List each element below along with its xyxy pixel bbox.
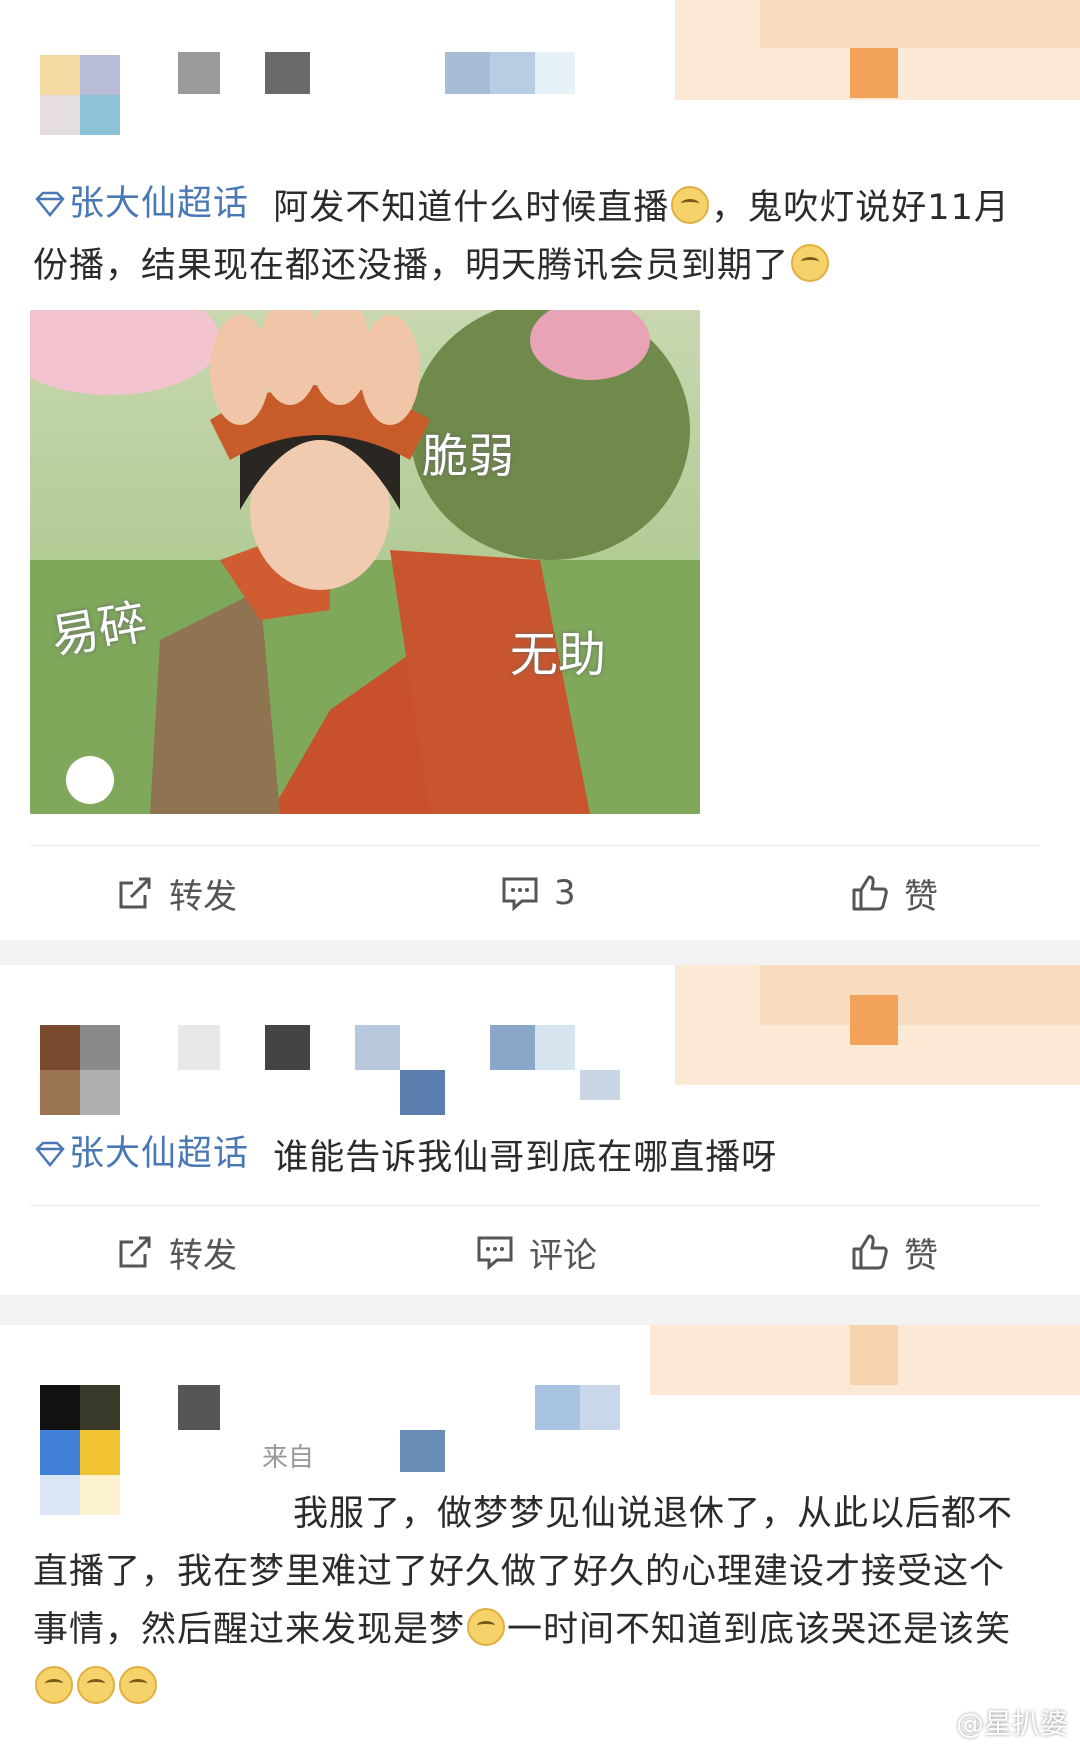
post-text: 我服了，做梦梦见仙说退休了，从此以后都不直播了，我在梦里难过了好久做了好久的心理…: [33, 1485, 1040, 1717]
emoji-icon: [467, 1608, 506, 1646]
post-card-1: 张大仙超话 阿发不知道什么时候直播 ，鬼吹灯说好11月份播，结果现在都还没播，明天…: [0, 0, 1080, 940]
post-card-2: 张大仙超话 谁能告诉我仙哥到底在哪直播呀 转发 评论 赞: [0, 965, 1080, 1295]
repost-button[interactable]: 转发: [115, 848, 237, 938]
comment-icon: [477, 1236, 513, 1271]
emoji-icon: [119, 1666, 157, 1704]
like-icon: [852, 875, 888, 911]
meme-label-fragile: 脆弱: [422, 429, 514, 483]
repost-icon: [119, 1236, 151, 1268]
emoji-icon: [791, 244, 830, 282]
divider: [30, 1205, 1040, 1206]
like-button[interactable]: 赞: [850, 848, 938, 938]
meme-label-helpless: 无助: [510, 627, 607, 683]
topic-label: 张大仙超话: [69, 184, 250, 224]
comment-button[interactable]: 3: [500, 848, 576, 938]
blurred-user-header: [0, 0, 1080, 150]
diamond-topic-icon: [35, 191, 65, 217]
topic-link[interactable]: 张大仙超话: [33, 1125, 249, 1183]
post-actions: 转发 评论 赞: [0, 1207, 1080, 1295]
repost-icon: [119, 877, 151, 909]
topic-link[interactable]: 张大仙超话: [33, 175, 249, 233]
post-image[interactable]: 脆弱 易碎 无助: [30, 310, 700, 814]
repost-button[interactable]: 转发: [115, 1207, 237, 1295]
post-body-text-cont: 一时间不知道到底该哭还是该笑: [507, 1610, 1012, 1650]
topic-label: 张大仙超话: [69, 1134, 250, 1174]
like-icon: [852, 1234, 888, 1270]
post-card-3: 来自 我服了，做梦梦见仙说退休了，从此以后都不直播了，我在梦里难过了好久做了好久…: [0, 1325, 1080, 1748]
post-text: 张大仙超话 谁能告诉我仙哥到底在哪直播呀: [33, 1125, 1040, 1187]
emoji-icon: [35, 1666, 73, 1704]
emoji-icon: [671, 186, 710, 224]
watermark: @星扒婆: [955, 1707, 1068, 1740]
like-label: 赞: [904, 876, 938, 917]
meme-illustration: [30, 310, 700, 814]
post-body-text: 谁能告诉我仙哥到底在哪直播呀: [273, 1138, 778, 1178]
source-fragment: 来自: [262, 1443, 315, 1473]
blurred-user-header: [0, 965, 1080, 1115]
like-label: 赞: [904, 1235, 938, 1276]
diamond-topic-icon: [35, 1141, 65, 1167]
like-button[interactable]: 赞: [850, 1207, 938, 1295]
post-actions: 转发 3 赞: [0, 848, 1080, 938]
comment-count: 3: [554, 873, 576, 913]
emoji-icon: [77, 1666, 115, 1704]
repost-label: 转发: [169, 876, 237, 917]
post-text: 张大仙超话 阿发不知道什么时候直播 ，鬼吹灯说好11月份播，结果现在都还没播，明天…: [33, 175, 1040, 295]
comment-label: 评论: [529, 1235, 597, 1276]
repost-label: 转发: [169, 1235, 237, 1276]
post-body-text: 阿发不知道什么时候直播: [273, 188, 670, 228]
comment-icon: [502, 877, 538, 912]
comment-button[interactable]: 评论: [475, 1207, 597, 1295]
divider: [30, 845, 1040, 846]
